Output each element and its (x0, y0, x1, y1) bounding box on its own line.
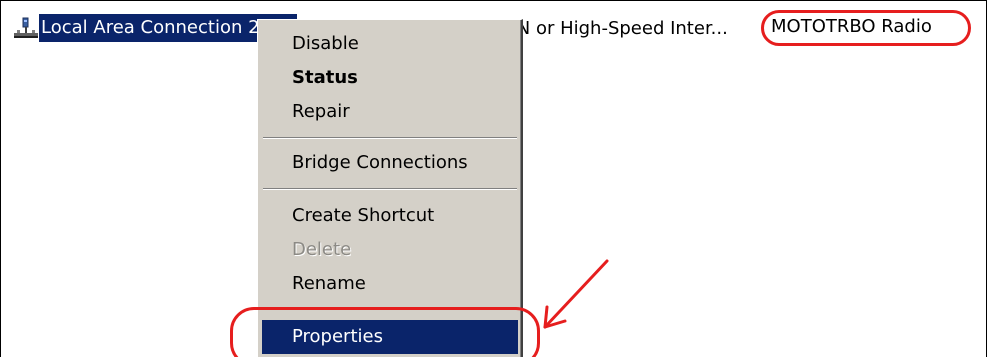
menu-item-status[interactable]: Status (262, 63, 518, 93)
device-type-column: LAN or High-Speed Inter... (494, 17, 728, 41)
connection-row[interactable]: Local Area Connection 2 (13, 12, 297, 44)
annotation-oval-properties (230, 307, 540, 357)
menu-separator (263, 188, 517, 190)
menu-separator (263, 137, 517, 139)
network-connection-icon (13, 15, 39, 41)
menu-item-delete: Delete (292, 239, 352, 260)
network-connections-window: Local Area Connection 2 LAN or High-Spee… (0, 0, 987, 357)
annotation-oval-device (761, 10, 971, 46)
device-type-text: LAN or High-Speed Inter... (494, 18, 728, 39)
menu-item-rename[interactable]: Rename (262, 269, 518, 299)
menu-item-create-shortcut[interactable]: Create Shortcut (262, 201, 518, 231)
menu-item-disable[interactable]: Disable (262, 29, 518, 59)
menu-item-repair[interactable]: Repair (262, 97, 518, 127)
red-arrow-icon (543, 259, 609, 329)
menu-item-bridge-connections[interactable]: Bridge Connections (262, 148, 518, 178)
